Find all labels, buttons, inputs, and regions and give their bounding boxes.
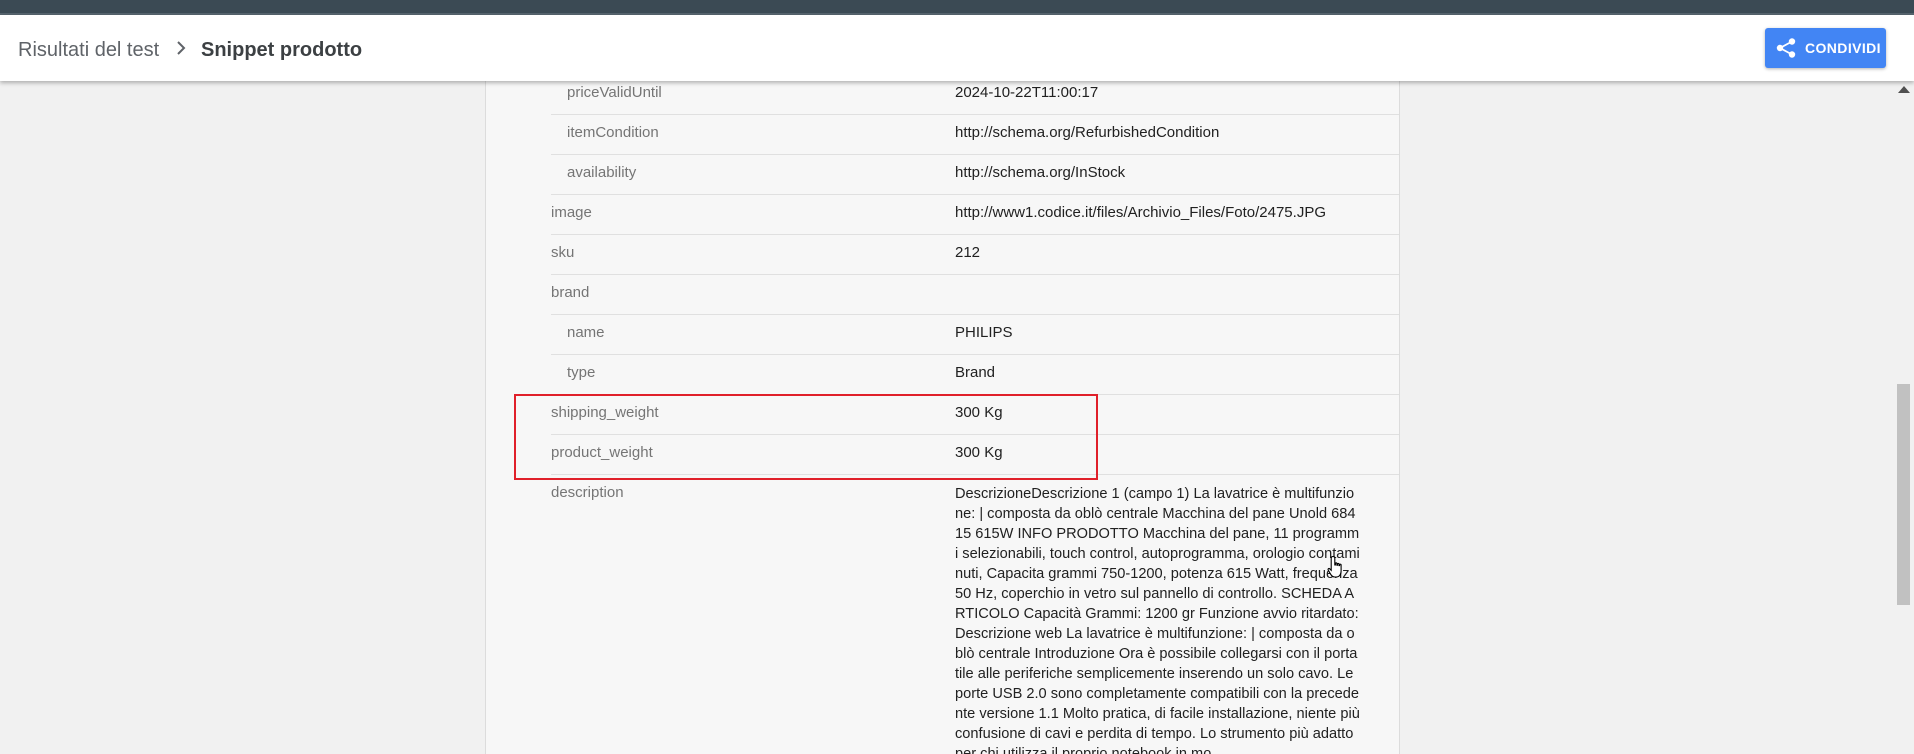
table-row: sku 212 — [551, 235, 1399, 275]
property-value: 212 — [955, 244, 981, 261]
property-value: PHILIPS — [955, 324, 1013, 341]
highlight-box — [514, 394, 1098, 480]
table-row: brand — [551, 275, 1399, 315]
breadcrumb-product-snippet: Snippet prodotto — [201, 39, 363, 61]
table-row: description DescrizioneDescrizione 1 (ca… — [551, 475, 1399, 754]
share-icon — [1776, 38, 1796, 58]
hand-pointer-icon — [1327, 555, 1342, 578]
property-name: type — [567, 364, 596, 381]
property-name: name — [567, 324, 605, 341]
property-value: http://www1.codice.it/files/Archivio_Fil… — [955, 204, 1326, 221]
app-header: Risultati del test Snippet prodotto COND… — [0, 15, 1914, 81]
property-name: itemCondition — [567, 124, 659, 141]
table-row: type Brand — [551, 355, 1399, 395]
table-row: image http://www1.codice.it/files/Archiv… — [551, 195, 1399, 235]
property-name: priceValidUntil — [567, 84, 662, 101]
property-name: brand — [551, 284, 590, 301]
property-value: Brand — [955, 364, 996, 381]
share-button[interactable]: CONDIVIDI — [1765, 28, 1886, 68]
chevron-right-icon — [177, 41, 186, 55]
window-top-strip — [0, 0, 1914, 15]
property-name: image — [551, 204, 592, 221]
property-value: http://schema.org/RefurbishedCondition — [955, 124, 1220, 141]
share-button-label: CONDIVIDI — [1805, 40, 1881, 56]
scroll-up-arrow[interactable] — [1898, 86, 1910, 93]
property-name: description — [551, 484, 624, 501]
property-value: http://schema.org/InStock — [955, 164, 1126, 181]
table-row: availability http://schema.org/InStock — [551, 155, 1399, 195]
property-value: 2024-10-22T11:00:17 — [955, 84, 1099, 101]
scrollbar-thumb[interactable] — [1897, 384, 1910, 605]
table-row: itemCondition http://schema.org/Refurbis… — [551, 115, 1399, 155]
table-row: priceValidUntil 2024-10-22T11:00:17 — [551, 81, 1399, 115]
breadcrumb-test-results[interactable]: Risultati del test — [18, 39, 159, 62]
property-name: sku — [551, 244, 575, 261]
description-value: DescrizioneDescrizione 1 (campo 1) La la… — [955, 486, 1360, 754]
table-row: name PHILIPS — [551, 315, 1399, 355]
property-name: availability — [567, 164, 637, 181]
